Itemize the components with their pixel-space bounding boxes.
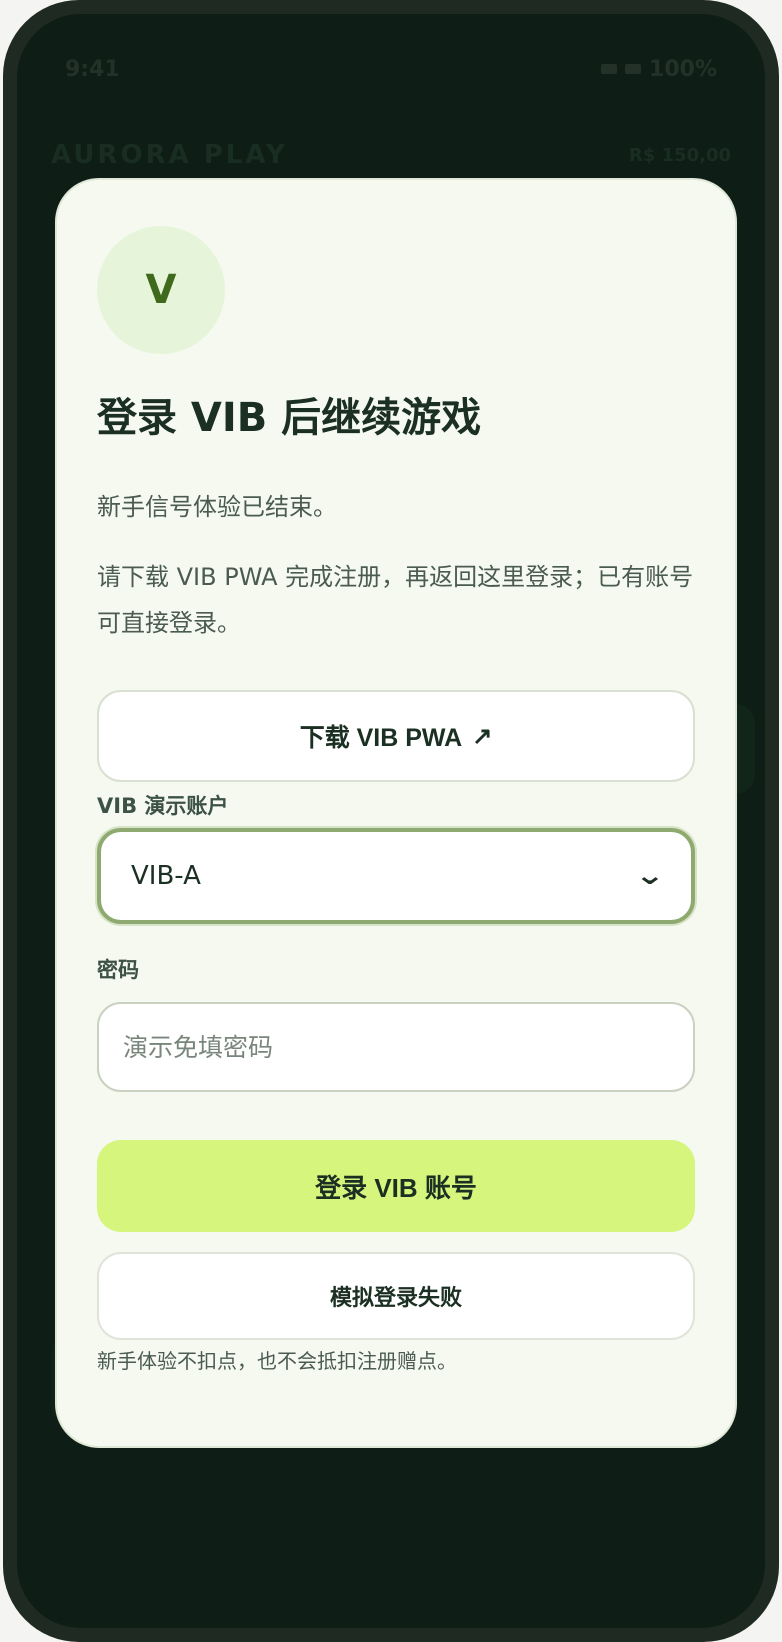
avatar: V bbox=[97, 226, 225, 354]
account-select-value: VIB-A bbox=[131, 861, 201, 891]
account-label: VIB 演示账户 bbox=[97, 794, 229, 818]
modal-paragraph-1: 新手信号体验已结束。 bbox=[97, 493, 337, 521]
download-pwa-label: 下载 VIB PWA bbox=[299, 724, 463, 752]
account-select[interactable]: VIB-A ⌄ bbox=[97, 828, 695, 924]
login-button[interactable]: 登录 VIB 账号 bbox=[97, 1140, 695, 1232]
app-screen: 9:41 100% AURORA PLAY R$ 150,00 V 登录 VIB… bbox=[17, 14, 765, 1628]
simulate-fail-button[interactable]: 模拟登录失败 bbox=[97, 1252, 695, 1340]
footnote: 新手体验不扣点，也不会抵扣注册赠点。 bbox=[97, 1349, 457, 1373]
simulate-fail-label: 模拟登录失败 bbox=[329, 1285, 462, 1310]
modal-paragraph-2: 请下载 VIB PWA 完成注册，再返回这里登录；已有账号可直接登录。 bbox=[97, 563, 694, 637]
login-modal: V 登录 VIB 后继续游戏 新手信号体验已结束。 请下载 VIB PWA 完成… bbox=[55, 178, 737, 1448]
download-pwa-button[interactable]: 下载 VIB PWA ↗ bbox=[97, 690, 695, 782]
chevron-down-icon: ⌄ bbox=[634, 861, 666, 891]
password-label: 密码 bbox=[97, 958, 139, 982]
login-button-label: 登录 VIB 账号 bbox=[315, 1172, 477, 1203]
modal-title: 登录 VIB 后继续游戏 bbox=[97, 395, 482, 441]
phone-frame: 9:41 100% AURORA PLAY R$ 150,00 V 登录 VIB… bbox=[3, 0, 779, 1642]
avatar-letter: V bbox=[145, 267, 177, 313]
arrow-up-right-icon: ↗ bbox=[472, 722, 493, 750]
password-input[interactable] bbox=[97, 1002, 695, 1092]
